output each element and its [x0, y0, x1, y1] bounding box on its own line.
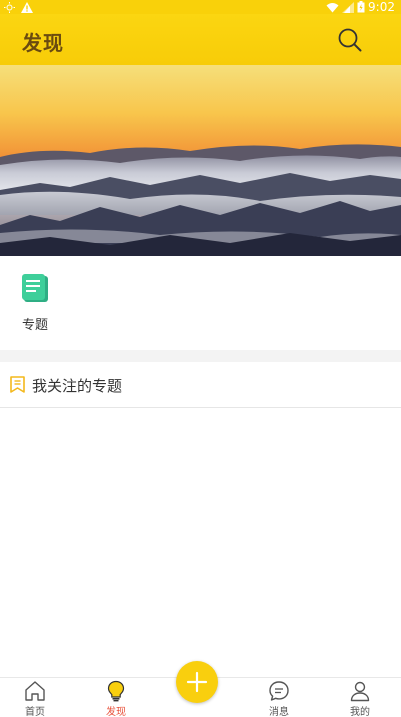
tab-messages[interactable]: 消息: [249, 678, 309, 717]
tab-home[interactable]: 首页: [5, 678, 65, 717]
brightness-icon: [4, 1, 15, 13]
followed-topics-title: 我关注的专题: [32, 377, 123, 395]
bookmark-icon: [10, 376, 25, 393]
entry-topic[interactable]: 专题: [14, 274, 56, 333]
home-icon: [25, 681, 45, 701]
tab-home-label: 首页: [25, 707, 45, 717]
entry-section: 专题: [0, 256, 401, 350]
status-time: 9:02: [368, 0, 395, 14]
tab-profile[interactable]: 我的: [330, 678, 390, 717]
banner-image[interactable]: [0, 65, 401, 256]
search-icon: [338, 28, 362, 52]
entry-topic-label: 专题: [21, 318, 48, 333]
profile-icon: [350, 681, 370, 702]
sunset-mountains-image: [0, 65, 401, 256]
search-button[interactable]: [337, 27, 363, 53]
tab-discover-label: 发现: [106, 707, 126, 717]
section-divider: [0, 350, 401, 362]
message-icon: [269, 681, 289, 701]
followed-topics-header: 我关注的专题: [0, 362, 401, 408]
warning-icon: [21, 1, 33, 13]
status-bar: 9:02: [0, 0, 401, 14]
topic-document-icon: [22, 274, 48, 302]
wifi-icon: [326, 2, 339, 12]
signal-icon: [342, 1, 355, 13]
tab-profile-label: 我的: [350, 707, 370, 717]
lightbulb-icon: [107, 680, 125, 702]
tab-discover[interactable]: 发现: [86, 678, 146, 717]
page-title: 发现: [22, 31, 64, 55]
plus-icon: [186, 671, 208, 693]
status-right-icons: 9:02: [326, 0, 395, 14]
app-bar: 发现: [0, 14, 401, 65]
battery-icon: [357, 1, 365, 13]
add-button[interactable]: [176, 661, 218, 703]
tab-messages-label: 消息: [269, 707, 289, 717]
followed-topics-list: [0, 409, 401, 677]
status-left-icons: [4, 0, 33, 14]
